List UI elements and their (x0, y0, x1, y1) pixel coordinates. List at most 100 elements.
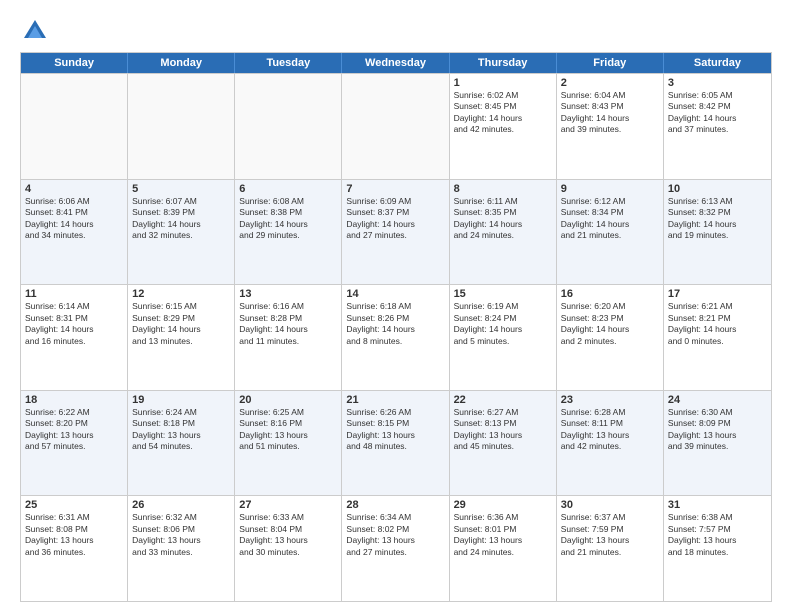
day-info: Sunrise: 6:08 AM Sunset: 8:38 PM Dayligh… (239, 196, 337, 242)
day-cell-22: 22Sunrise: 6:27 AM Sunset: 8:13 PM Dayli… (450, 391, 557, 496)
day-cell-27: 27Sunrise: 6:33 AM Sunset: 8:04 PM Dayli… (235, 496, 342, 601)
day-info: Sunrise: 6:33 AM Sunset: 8:04 PM Dayligh… (239, 512, 337, 558)
day-info: Sunrise: 6:27 AM Sunset: 8:13 PM Dayligh… (454, 407, 552, 453)
day-info: Sunrise: 6:38 AM Sunset: 7:57 PM Dayligh… (668, 512, 767, 558)
day-info: Sunrise: 6:37 AM Sunset: 7:59 PM Dayligh… (561, 512, 659, 558)
day-number: 19 (132, 394, 230, 406)
day-cell-6: 6Sunrise: 6:08 AM Sunset: 8:38 PM Daylig… (235, 180, 342, 285)
empty-cell (128, 74, 235, 179)
header-day-sunday: Sunday (21, 53, 128, 73)
day-number: 1 (454, 77, 552, 89)
day-info: Sunrise: 6:12 AM Sunset: 8:34 PM Dayligh… (561, 196, 659, 242)
day-info: Sunrise: 6:15 AM Sunset: 8:29 PM Dayligh… (132, 301, 230, 347)
day-number: 11 (25, 288, 123, 300)
day-number: 7 (346, 183, 444, 195)
day-cell-5: 5Sunrise: 6:07 AM Sunset: 8:39 PM Daylig… (128, 180, 235, 285)
day-info: Sunrise: 6:19 AM Sunset: 8:24 PM Dayligh… (454, 301, 552, 347)
header-day-monday: Monday (128, 53, 235, 73)
page: SundayMondayTuesdayWednesdayThursdayFrid… (0, 0, 792, 612)
empty-cell (342, 74, 449, 179)
day-number: 30 (561, 499, 659, 511)
day-info: Sunrise: 6:18 AM Sunset: 8:26 PM Dayligh… (346, 301, 444, 347)
day-info: Sunrise: 6:34 AM Sunset: 8:02 PM Dayligh… (346, 512, 444, 558)
day-info: Sunrise: 6:22 AM Sunset: 8:20 PM Dayligh… (25, 407, 123, 453)
header-day-thursday: Thursday (450, 53, 557, 73)
calendar-body: 1Sunrise: 6:02 AM Sunset: 8:45 PM Daylig… (21, 73, 771, 601)
day-cell-3: 3Sunrise: 6:05 AM Sunset: 8:42 PM Daylig… (664, 74, 771, 179)
day-info: Sunrise: 6:20 AM Sunset: 8:23 PM Dayligh… (561, 301, 659, 347)
header-day-wednesday: Wednesday (342, 53, 449, 73)
calendar-row-1: 4Sunrise: 6:06 AM Sunset: 8:41 PM Daylig… (21, 179, 771, 285)
day-cell-23: 23Sunrise: 6:28 AM Sunset: 8:11 PM Dayli… (557, 391, 664, 496)
day-cell-17: 17Sunrise: 6:21 AM Sunset: 8:21 PM Dayli… (664, 285, 771, 390)
day-cell-28: 28Sunrise: 6:34 AM Sunset: 8:02 PM Dayli… (342, 496, 449, 601)
day-number: 10 (668, 183, 767, 195)
day-info: Sunrise: 6:09 AM Sunset: 8:37 PM Dayligh… (346, 196, 444, 242)
day-cell-25: 25Sunrise: 6:31 AM Sunset: 8:08 PM Dayli… (21, 496, 128, 601)
day-cell-26: 26Sunrise: 6:32 AM Sunset: 8:06 PM Dayli… (128, 496, 235, 601)
day-cell-11: 11Sunrise: 6:14 AM Sunset: 8:31 PM Dayli… (21, 285, 128, 390)
day-info: Sunrise: 6:04 AM Sunset: 8:43 PM Dayligh… (561, 90, 659, 136)
day-number: 31 (668, 499, 767, 511)
day-cell-20: 20Sunrise: 6:25 AM Sunset: 8:16 PM Dayli… (235, 391, 342, 496)
day-cell-1: 1Sunrise: 6:02 AM Sunset: 8:45 PM Daylig… (450, 74, 557, 179)
calendar-row-0: 1Sunrise: 6:02 AM Sunset: 8:45 PM Daylig… (21, 73, 771, 179)
day-number: 25 (25, 499, 123, 511)
day-info: Sunrise: 6:05 AM Sunset: 8:42 PM Dayligh… (668, 90, 767, 136)
day-number: 24 (668, 394, 767, 406)
empty-cell (235, 74, 342, 179)
day-cell-9: 9Sunrise: 6:12 AM Sunset: 8:34 PM Daylig… (557, 180, 664, 285)
day-cell-13: 13Sunrise: 6:16 AM Sunset: 8:28 PM Dayli… (235, 285, 342, 390)
day-cell-2: 2Sunrise: 6:04 AM Sunset: 8:43 PM Daylig… (557, 74, 664, 179)
day-cell-24: 24Sunrise: 6:30 AM Sunset: 8:09 PM Dayli… (664, 391, 771, 496)
header-day-friday: Friday (557, 53, 664, 73)
day-number: 16 (561, 288, 659, 300)
day-info: Sunrise: 6:30 AM Sunset: 8:09 PM Dayligh… (668, 407, 767, 453)
day-number: 13 (239, 288, 337, 300)
day-number: 27 (239, 499, 337, 511)
day-number: 15 (454, 288, 552, 300)
logo (20, 16, 54, 46)
day-info: Sunrise: 6:32 AM Sunset: 8:06 PM Dayligh… (132, 512, 230, 558)
day-number: 8 (454, 183, 552, 195)
calendar-row-3: 18Sunrise: 6:22 AM Sunset: 8:20 PM Dayli… (21, 390, 771, 496)
header-day-tuesday: Tuesday (235, 53, 342, 73)
day-info: Sunrise: 6:14 AM Sunset: 8:31 PM Dayligh… (25, 301, 123, 347)
header-day-saturday: Saturday (664, 53, 771, 73)
day-number: 12 (132, 288, 230, 300)
day-number: 6 (239, 183, 337, 195)
day-info: Sunrise: 6:24 AM Sunset: 8:18 PM Dayligh… (132, 407, 230, 453)
calendar-row-2: 11Sunrise: 6:14 AM Sunset: 8:31 PM Dayli… (21, 284, 771, 390)
day-number: 26 (132, 499, 230, 511)
calendar-header: SundayMondayTuesdayWednesdayThursdayFrid… (21, 53, 771, 73)
calendar-row-4: 25Sunrise: 6:31 AM Sunset: 8:08 PM Dayli… (21, 495, 771, 601)
day-cell-30: 30Sunrise: 6:37 AM Sunset: 7:59 PM Dayli… (557, 496, 664, 601)
day-cell-19: 19Sunrise: 6:24 AM Sunset: 8:18 PM Dayli… (128, 391, 235, 496)
day-info: Sunrise: 6:07 AM Sunset: 8:39 PM Dayligh… (132, 196, 230, 242)
day-info: Sunrise: 6:36 AM Sunset: 8:01 PM Dayligh… (454, 512, 552, 558)
day-number: 18 (25, 394, 123, 406)
day-info: Sunrise: 6:21 AM Sunset: 8:21 PM Dayligh… (668, 301, 767, 347)
empty-cell (21, 74, 128, 179)
day-cell-4: 4Sunrise: 6:06 AM Sunset: 8:41 PM Daylig… (21, 180, 128, 285)
day-number: 22 (454, 394, 552, 406)
day-cell-29: 29Sunrise: 6:36 AM Sunset: 8:01 PM Dayli… (450, 496, 557, 601)
header (20, 16, 772, 46)
day-number: 17 (668, 288, 767, 300)
day-number: 2 (561, 77, 659, 89)
day-info: Sunrise: 6:26 AM Sunset: 8:15 PM Dayligh… (346, 407, 444, 453)
day-cell-14: 14Sunrise: 6:18 AM Sunset: 8:26 PM Dayli… (342, 285, 449, 390)
day-cell-10: 10Sunrise: 6:13 AM Sunset: 8:32 PM Dayli… (664, 180, 771, 285)
day-info: Sunrise: 6:28 AM Sunset: 8:11 PM Dayligh… (561, 407, 659, 453)
day-number: 5 (132, 183, 230, 195)
day-cell-12: 12Sunrise: 6:15 AM Sunset: 8:29 PM Dayli… (128, 285, 235, 390)
day-cell-21: 21Sunrise: 6:26 AM Sunset: 8:15 PM Dayli… (342, 391, 449, 496)
day-info: Sunrise: 6:02 AM Sunset: 8:45 PM Dayligh… (454, 90, 552, 136)
day-number: 9 (561, 183, 659, 195)
day-info: Sunrise: 6:25 AM Sunset: 8:16 PM Dayligh… (239, 407, 337, 453)
day-number: 4 (25, 183, 123, 195)
day-info: Sunrise: 6:16 AM Sunset: 8:28 PM Dayligh… (239, 301, 337, 347)
day-number: 14 (346, 288, 444, 300)
day-cell-15: 15Sunrise: 6:19 AM Sunset: 8:24 PM Dayli… (450, 285, 557, 390)
day-cell-8: 8Sunrise: 6:11 AM Sunset: 8:35 PM Daylig… (450, 180, 557, 285)
